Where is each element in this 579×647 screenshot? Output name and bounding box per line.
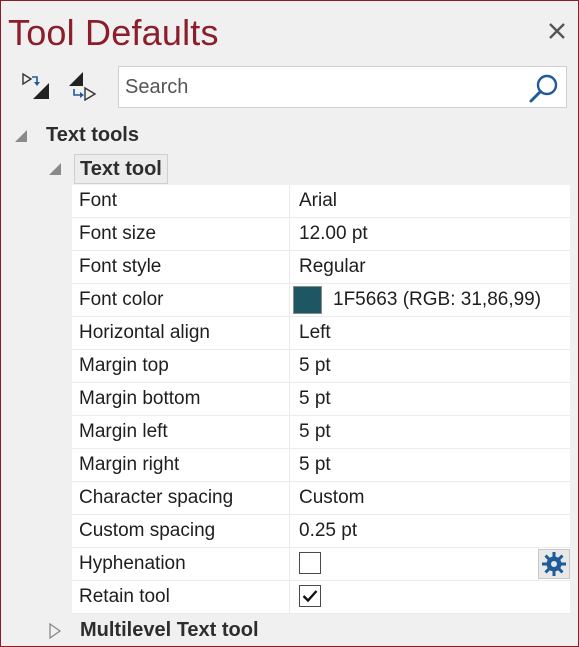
column-divider — [289, 218, 290, 250]
column-divider — [289, 317, 290, 349]
property-value[interactable]: Regular — [299, 251, 567, 283]
property-name: Margin left — [79, 421, 168, 442]
property-row-custom-spacing[interactable]: Custom spacing 0.25 pt — [72, 515, 570, 548]
expand-tool-icon[interactable] — [47, 623, 63, 639]
property-name: Margin top — [79, 355, 169, 376]
hyphenation-settings-button[interactable] — [538, 549, 570, 579]
tool-multilevel-text-tool[interactable]: Multilevel Text tool — [80, 615, 259, 645]
tool-defaults-panel: Tool Defaults Text t — [0, 0, 579, 647]
property-name: Custom spacing — [79, 520, 216, 541]
property-value[interactable]: 12.00 pt — [299, 218, 567, 250]
column-divider — [289, 350, 290, 382]
panel-title: Tool Defaults — [8, 12, 219, 53]
property-row-font[interactable]: Font Arial — [72, 185, 570, 218]
collapse-all-button[interactable] — [65, 69, 99, 103]
property-row-margin-right[interactable]: Margin right 5 pt — [72, 449, 570, 482]
property-row-retain-tool[interactable]: Retain tool — [72, 581, 570, 614]
property-name: Margin right — [79, 454, 180, 475]
property-row-margin-top[interactable]: Margin top 5 pt — [72, 350, 570, 383]
property-name: Font style — [79, 256, 162, 277]
column-divider — [289, 581, 290, 613]
property-row-font-style[interactable]: Font style Regular — [72, 251, 570, 284]
gear-icon — [542, 552, 566, 576]
column-divider — [289, 482, 290, 514]
property-name: Character spacing — [79, 487, 234, 508]
property-value[interactable]: Custom — [299, 482, 567, 514]
property-row-margin-bottom[interactable]: Margin bottom 5 pt — [72, 383, 570, 416]
property-value[interactable]: 1F5663 (RGB: 31,86,99) — [333, 284, 541, 316]
column-divider — [289, 251, 290, 283]
property-row-horizontal-align[interactable]: Horizontal align Left — [72, 317, 570, 350]
checkmark-icon — [302, 590, 318, 603]
property-grid: Font Arial Font size 12.00 pt Font style… — [72, 185, 570, 614]
search-icon[interactable] — [528, 72, 560, 104]
retain-tool-checkbox[interactable] — [299, 585, 321, 607]
property-name: Font size — [79, 223, 157, 244]
property-name: Font color — [79, 289, 164, 310]
column-divider — [289, 515, 290, 547]
property-name: Horizontal align — [79, 322, 210, 343]
property-name: Margin bottom — [79, 388, 201, 409]
search-box — [118, 66, 567, 108]
collapse-group-icon[interactable] — [13, 128, 29, 144]
hyphenation-checkbox[interactable] — [299, 552, 321, 574]
property-row-font-size[interactable]: Font size 12.00 pt — [72, 218, 570, 251]
column-divider — [289, 548, 290, 580]
property-name: Hyphenation — [79, 553, 186, 574]
property-value[interactable]: Arial — [299, 185, 567, 217]
property-value[interactable]: 5 pt — [299, 383, 567, 415]
property-name: Font — [79, 190, 118, 211]
property-value[interactable]: 5 pt — [299, 416, 567, 448]
collapse-all-icon — [69, 72, 97, 102]
property-value[interactable]: Left — [299, 317, 567, 349]
property-value[interactable]: 5 pt — [299, 350, 567, 382]
property-row-hyphenation[interactable]: Hyphenation — [72, 548, 570, 581]
property-row-margin-left[interactable]: Margin left 5 pt — [72, 416, 570, 449]
collapse-tool-icon[interactable] — [47, 161, 63, 177]
column-divider — [289, 284, 290, 316]
expand-all-icon — [22, 72, 49, 99]
column-divider — [289, 383, 290, 415]
close-button[interactable] — [544, 18, 570, 44]
expand-all-button[interactable] — [19, 69, 53, 103]
property-row-character-spacing[interactable]: Character spacing Custom — [72, 482, 570, 515]
color-swatch[interactable] — [293, 286, 322, 314]
tool-text-tool[interactable]: Text tool — [74, 154, 168, 184]
group-text-tools[interactable]: Text tools — [46, 120, 139, 150]
property-name: Retain tool — [79, 586, 170, 607]
column-divider — [289, 449, 290, 481]
search-input[interactable] — [125, 71, 520, 103]
property-value[interactable]: 5 pt — [299, 449, 567, 481]
property-row-font-color[interactable]: Font color 1F5663 (RGB: 31,86,99) — [72, 284, 570, 317]
column-divider — [289, 416, 290, 448]
column-divider — [289, 185, 290, 217]
property-value[interactable]: 0.25 pt — [299, 515, 567, 547]
close-icon — [549, 23, 565, 39]
